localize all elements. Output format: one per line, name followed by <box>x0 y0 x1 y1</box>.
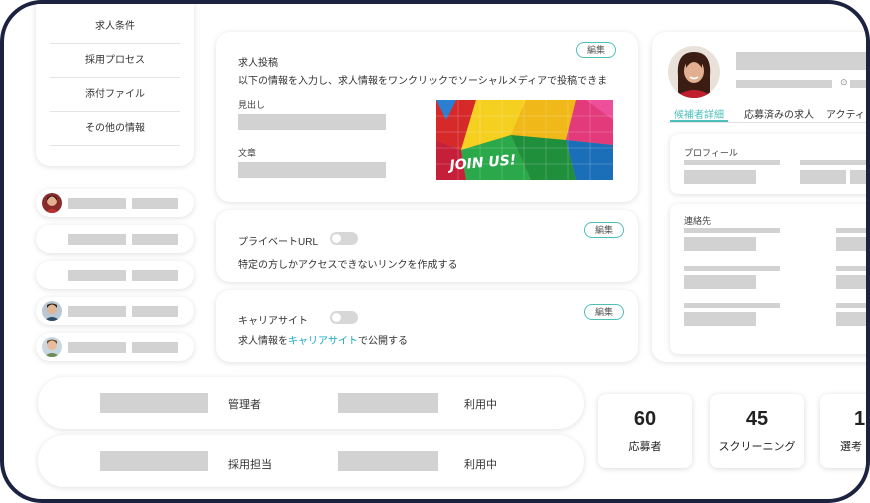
stat-screening[interactable]: 45 スクリーニング <box>710 394 804 468</box>
app-frame: 求人条件 採用プロセス 添付ファイル その他の情報 編集 求人投稿 以下の情報を… <box>0 0 870 503</box>
status-label: 利用中 <box>464 399 497 411</box>
private-url-description: 特定の方しかアクセスできないリンクを作成する <box>238 260 458 271</box>
avatar <box>42 301 62 321</box>
menu-item-attachments[interactable]: 添付ファイル <box>50 78 180 112</box>
avatar <box>42 337 62 357</box>
tab-applied-jobs[interactable]: 応募済みの求人 <box>744 106 814 121</box>
candidate-panel: ⊙ 候補者詳細 応募済みの求人 アクティ プロフィール 連絡先 <box>652 32 866 362</box>
role-label: 管理者 <box>228 399 261 411</box>
private-url-card: 編集 プライベートURL 特定の方しかアクセスできないリンクを作成する <box>216 210 638 282</box>
join-us-banner: JOIN US! <box>436 100 613 180</box>
career-site-description: 求人情報をキャリアサイトで公開する <box>238 336 408 347</box>
body-field[interactable] <box>238 162 386 178</box>
tab-candidate-details[interactable]: 候補者詳細 <box>674 106 724 121</box>
status-label: 利用中 <box>464 459 497 471</box>
private-url-label: プライベートURL <box>238 237 319 248</box>
body-label: 文章 <box>238 148 257 158</box>
tab-activity[interactable]: アクティ <box>826 106 865 121</box>
candidate-avatar <box>668 46 720 98</box>
profile-section: プロフィール <box>670 134 866 194</box>
career-site-link[interactable]: キャリアサイト <box>288 336 358 347</box>
member-row[interactable] <box>36 225 194 253</box>
job-post-card: 編集 求人投稿 以下の情報を入力し、求人情報をワンクリックでソーシャルメディアで… <box>216 32 638 202</box>
career-site-card: 編集 キャリアサイト 求人情報をキャリアサイトで公開する <box>216 290 638 362</box>
member-row[interactable] <box>36 189 194 217</box>
section-description: 以下の情報を入力し、求人情報をワンクリックでソーシャルメディアで投稿できま <box>238 76 608 87</box>
career-site-label: キャリアサイト <box>238 316 308 327</box>
edit-button[interactable]: 編集 <box>584 222 625 238</box>
menu-item-other-info[interactable]: その他の情報 <box>50 112 180 146</box>
section-title: 求人投稿 <box>238 58 278 69</box>
menu-item-hiring-process[interactable]: 採用プロセス <box>50 44 180 78</box>
team-member-row[interactable]: 採用担当 利用中 <box>38 435 584 487</box>
team-member-row[interactable]: 管理者 利用中 <box>38 377 584 429</box>
member-row[interactable] <box>36 297 194 325</box>
edit-button[interactable]: 編集 <box>576 42 617 58</box>
member-row[interactable] <box>36 261 194 289</box>
stat-applicants[interactable]: 60 応募者 <box>598 394 692 468</box>
candidate-subtitle <box>736 80 832 88</box>
career-site-toggle[interactable] <box>330 311 358 324</box>
headline-label: 見出し <box>238 100 266 110</box>
headline-field[interactable] <box>238 114 386 130</box>
stat-selection[interactable]: 1 選考 <box>820 394 866 468</box>
contact-section: 連絡先 <box>670 204 866 354</box>
edit-button[interactable]: 編集 <box>584 304 625 320</box>
menu-item-job-conditions[interactable]: 求人条件 <box>50 10 180 44</box>
location-pin-icon: ⊙ <box>840 77 848 87</box>
candidate-name <box>736 52 866 70</box>
role-label: 採用担当 <box>228 459 272 471</box>
avatar <box>42 193 62 213</box>
private-url-toggle[interactable] <box>330 232 358 245</box>
member-row[interactable] <box>36 333 194 361</box>
sidebar-menu: 求人条件 採用プロセス 添付ファイル その他の情報 <box>36 4 194 166</box>
